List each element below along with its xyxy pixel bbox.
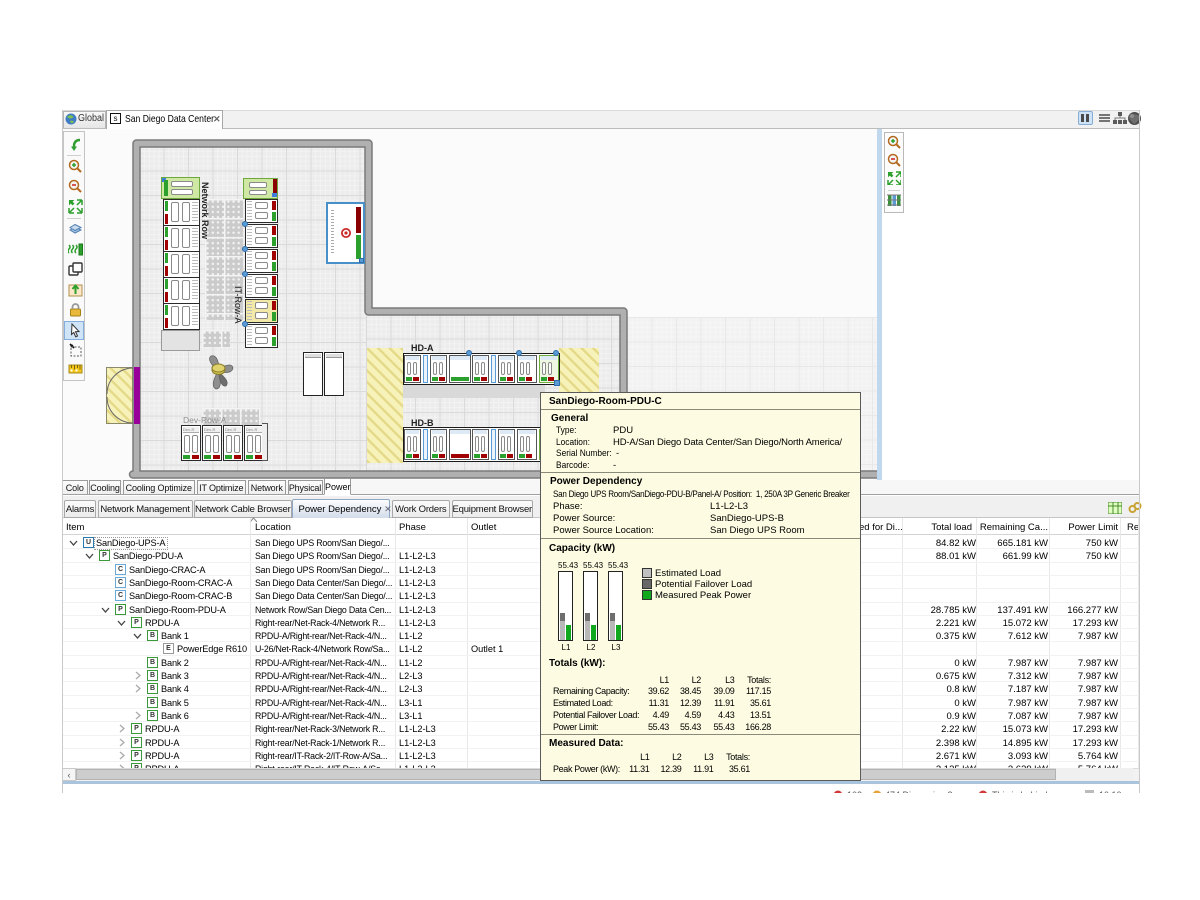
- svg-text:474 Dimension 2...: 474 Dimension 2...: [885, 790, 960, 793]
- svg-text:10.10 ...: 10.10 ...: [1099, 790, 1132, 793]
- svg-text:102: 102: [847, 790, 862, 793]
- svg-text:This is behind ...: This is behind ...: [992, 790, 1058, 793]
